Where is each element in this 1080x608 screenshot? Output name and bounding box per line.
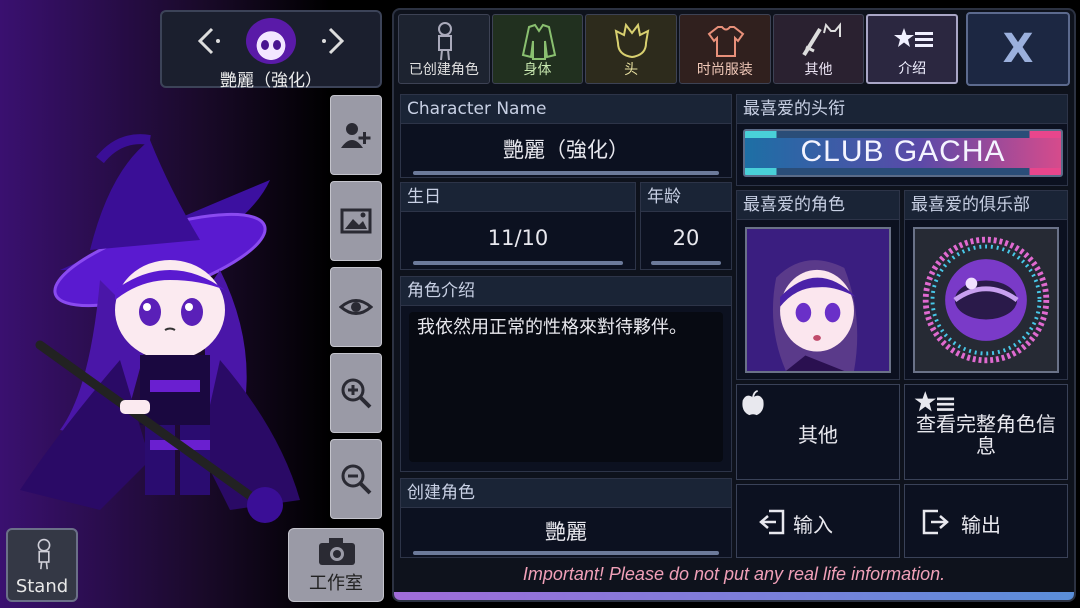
jacket-icon	[521, 23, 556, 60]
tab-created-characters[interactable]: 已创建角色	[398, 14, 490, 84]
intro-heading: 角色介绍	[401, 277, 731, 306]
character-name-field[interactable]: 艷麗（強化）	[401, 134, 731, 164]
shirt-icon	[707, 26, 745, 57]
import-label: 输入	[793, 513, 833, 537]
other-label: 其他	[798, 423, 838, 447]
zoom-in-button[interactable]	[330, 353, 382, 433]
tab-label: 其他	[804, 62, 833, 78]
tab-label: 时尚服装	[696, 62, 753, 78]
birthday-underline	[413, 261, 623, 265]
age-heading: 年龄	[641, 183, 731, 212]
add-character-button[interactable]	[330, 95, 382, 175]
character-name-label: 艷麗（強化）	[220, 71, 322, 91]
tab-body[interactable]: 身体	[491, 14, 584, 84]
favorite-title-text: CLUB GACHA	[800, 135, 1006, 168]
previous-character-arrow-icon[interactable]	[190, 24, 224, 58]
studio-button[interactable]: 工作室	[288, 528, 384, 602]
zoom-in-icon	[341, 378, 372, 409]
character-selector: 艷麗（強化）	[160, 10, 382, 91]
birthday-heading: 生日	[401, 183, 635, 212]
character-name-heading: Character Name	[401, 95, 731, 124]
favorite-character-box: 最喜爱的角色	[736, 190, 900, 380]
star-list-icon	[894, 28, 934, 47]
tab-label: 介绍	[898, 61, 927, 77]
favorite-title-heading: 最喜爱的头衔	[737, 95, 1067, 124]
birthday-box: 生日 11/10	[400, 182, 636, 270]
favorite-title-box: 最喜爱的头衔 CLUB GACHA	[736, 94, 1068, 186]
character-name-box: Character Name 艷麗（強化）	[400, 94, 732, 178]
import-button[interactable]: 输入	[736, 484, 900, 558]
export-button[interactable]: 输出	[904, 484, 1068, 558]
stand-label: Stand	[15, 576, 69, 597]
favorite-club-emblem[interactable]	[913, 227, 1059, 373]
studio-label: 工作室	[309, 573, 363, 594]
creator-box: 创建角色 艷麗	[400, 478, 732, 558]
club-orb-icon	[922, 236, 1050, 364]
tab-label: 已创建角色	[408, 62, 479, 78]
tab-head[interactable]: 头	[585, 14, 678, 84]
tab-label: 头	[624, 62, 639, 78]
import-icon	[759, 509, 785, 535]
favorite-club-box: 最喜爱的俱乐部	[904, 190, 1068, 380]
age-underline	[651, 261, 721, 265]
add-user-icon	[341, 123, 371, 148]
eye-icon	[339, 299, 373, 315]
anime-girl-portrait-icon	[747, 229, 889, 371]
favorite-character-heading: 最喜爱的角色	[737, 191, 899, 220]
character-figure[interactable]	[0, 130, 330, 530]
favorite-title-banner[interactable]: CLUB GACHA	[743, 129, 1063, 177]
favorite-character-portrait[interactable]	[745, 227, 891, 373]
close-icon: X	[1002, 26, 1034, 72]
tab-intro[interactable]: 介绍	[866, 14, 959, 84]
zoom-out-button[interactable]	[330, 439, 382, 519]
intro-textarea[interactable]: 我依然用正常的性格來對待夥伴。	[409, 312, 723, 462]
stand-figure-icon	[37, 538, 51, 570]
favorite-club-heading: 最喜爱的俱乐部	[905, 191, 1067, 220]
tab-other[interactable]: 其他	[772, 14, 865, 84]
age-field[interactable]: 20	[641, 226, 731, 250]
image-icon	[340, 208, 372, 234]
camera-icon	[319, 538, 355, 565]
intro-box: 角色介绍 我依然用正常的性格來對待夥伴。	[400, 276, 732, 472]
name-underline	[413, 171, 719, 175]
export-icon	[922, 509, 949, 535]
tab-label: 身体	[523, 62, 552, 78]
close-button[interactable]: X	[966, 12, 1070, 86]
tab-bar: 已创建角色 身体 头 时尚服装 其他 介绍	[398, 14, 960, 86]
next-character-arrow-icon[interactable]	[318, 24, 352, 58]
footer-accent-bar	[394, 592, 1074, 600]
tab-fashion[interactable]: 时尚服装	[679, 14, 771, 84]
privacy-warning: Important! Please do not put any real li…	[522, 564, 946, 584]
character-stage: 艷麗（強化） Stand 工作室	[0, 0, 392, 608]
other-button[interactable]: 其他	[736, 384, 900, 480]
character-avatar[interactable]	[246, 18, 296, 64]
apple-icon	[742, 389, 764, 416]
sword-cat-icon	[801, 22, 841, 57]
view-full-info-label: 查看完整角色信息	[916, 412, 1056, 458]
profile-panel: 已创建角色 身体 头 时尚服装 其他 介绍 X Character Name 艷…	[392, 8, 1076, 602]
creator-field[interactable]: 艷麗	[401, 516, 731, 546]
person-icon	[438, 22, 452, 61]
stand-pose-button[interactable]: Stand	[6, 528, 78, 602]
background-button[interactable]	[330, 181, 382, 261]
birthday-field[interactable]: 11/10	[401, 226, 635, 250]
hair-icon	[615, 22, 650, 59]
creator-heading: 创建角色	[401, 479, 731, 508]
visibility-button[interactable]	[330, 267, 382, 347]
age-box: 年龄 20	[640, 182, 732, 270]
export-label: 输出	[961, 513, 1001, 537]
view-full-info-button[interactable]: 查看完整角色信息	[904, 384, 1068, 480]
creator-underline	[413, 551, 719, 555]
zoom-out-icon	[341, 464, 372, 495]
